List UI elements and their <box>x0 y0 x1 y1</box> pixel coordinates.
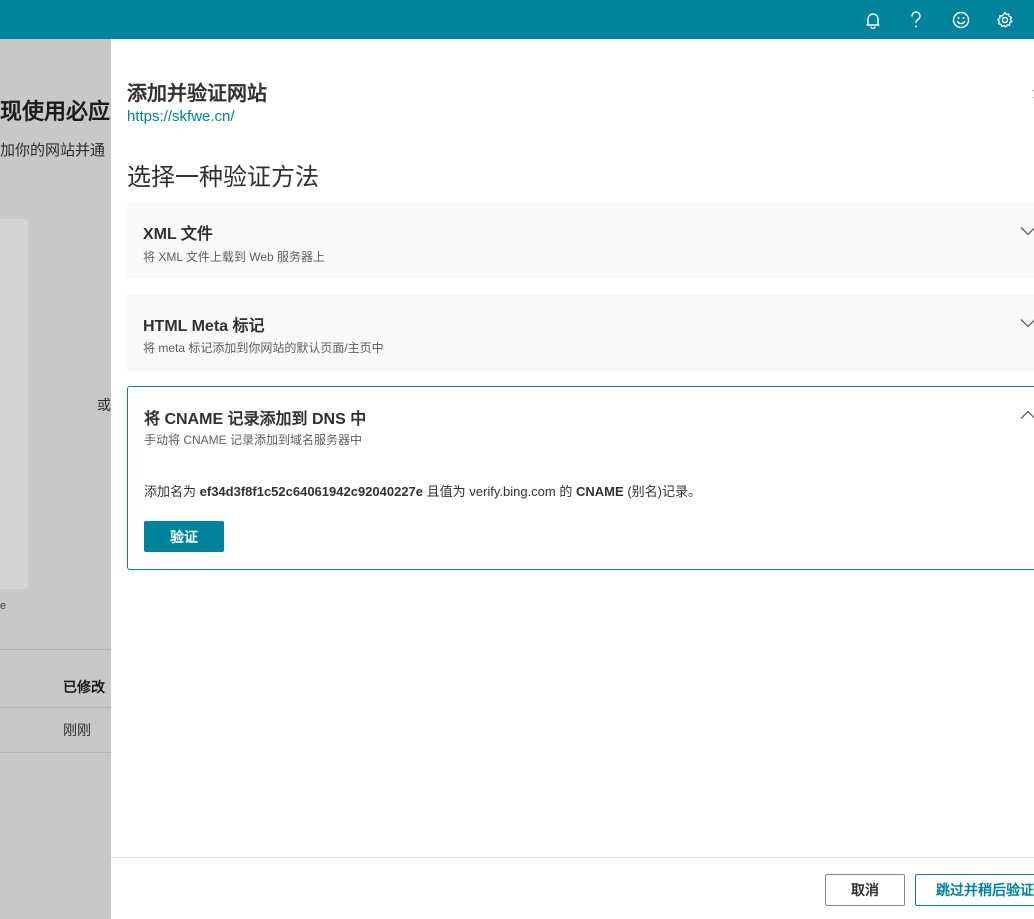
divider <box>0 707 111 708</box>
cname-instruction: 添加名为 ef34d3f8f1c52c64061942c92040227e 且值… <box>144 481 701 500</box>
background-page-subtitle: 加你的网站并通 <box>0 142 106 159</box>
chevron-down-icon[interactable] <box>1020 223 1034 241</box>
column-header-modified: 已修改 <box>63 679 105 695</box>
cname-value: verify.bing.com <box>469 484 556 499</box>
smiley-icon[interactable] <box>941 0 981 39</box>
background-or-text: 或 <box>97 397 111 413</box>
panel-title: 添加并验证网站 <box>127 83 267 105</box>
instruction-prefix: 添加名为 <box>144 484 197 499</box>
method-description: 手动将 CNAME 记录添加到域名服务器中 <box>144 433 363 447</box>
footer-divider <box>111 857 1034 858</box>
add-verify-site-panel: ✕ 添加并验证网站 https://skfwe.cn/ 选择一种验证方法 XML… <box>111 39 1034 919</box>
divider <box>0 649 111 650</box>
method-title: XML 文件 <box>143 226 213 243</box>
instruction-of: 的 <box>559 484 573 499</box>
skip-verify-later-button[interactable]: 跳过并稍后验证 <box>915 874 1034 906</box>
method-cname-record: 将 CNAME 记录添加到 DNS 中 手动将 CNAME 记录添加到域名服务器… <box>127 386 1034 570</box>
instruction-suffix: (别名)记录。 <box>627 484 701 499</box>
cname-type: CNAME <box>576 484 624 499</box>
chevron-down-icon[interactable] <box>1020 315 1034 333</box>
verify-button[interactable]: 验证 <box>144 521 224 552</box>
method-description: 将 meta 标记添加到你网站的默认页面/主页中 <box>143 341 384 355</box>
method-title: HTML Meta 标记 <box>143 318 265 335</box>
divider <box>0 752 111 753</box>
background-e-text: e <box>0 600 7 612</box>
cname-name: ef34d3f8f1c52c64061942c92040227e <box>199 484 424 499</box>
method-description: 将 XML 文件上载到 Web 服务器上 <box>143 250 326 264</box>
method-xml-file[interactable]: XML 文件 将 XML 文件上载到 Web 服务器上 <box>127 203 1034 279</box>
chevron-up-icon[interactable] <box>1020 407 1034 425</box>
method-title[interactable]: 将 CNAME 记录添加到 DNS 中 <box>144 405 366 429</box>
row-modified-value: 刚刚 <box>63 722 91 738</box>
background-page: 现使用必应网 加你的网站并通 或 e 已修改 刚刚 <box>0 39 111 919</box>
site-url-link[interactable]: https://skfwe.cn/ <box>127 108 235 125</box>
method-html-meta-tag[interactable]: HTML Meta 标记 将 meta 标记添加到你网站的默认页面/主页中 <box>127 295 1034 371</box>
background-card <box>0 219 28 589</box>
top-bar <box>0 0 1034 39</box>
instruction-middle: 且值为 <box>426 484 466 499</box>
background-page-title: 现使用必应网 <box>0 99 111 124</box>
gear-icon[interactable] <box>985 0 1025 39</box>
help-icon[interactable] <box>896 0 936 39</box>
cancel-button[interactable]: 取消 <box>825 874 905 906</box>
section-title: 选择一种验证方法 <box>127 164 319 191</box>
bell-icon[interactable] <box>853 0 893 39</box>
